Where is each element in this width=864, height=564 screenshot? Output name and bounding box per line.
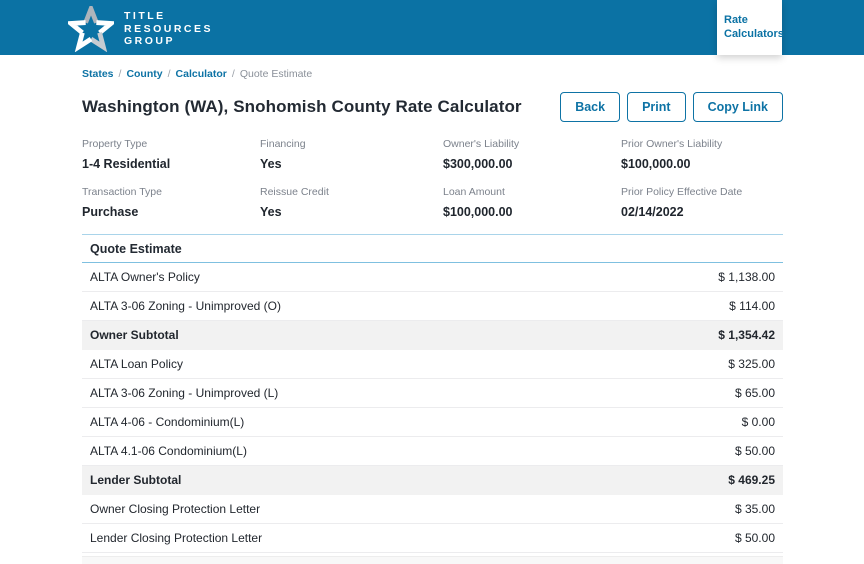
table-row-owner-subtotal: Owner Subtotal $ 1,354.42 [82, 321, 783, 350]
brand-logo[interactable]: TITLE RESOURCES GROUP [68, 6, 213, 52]
table-row: ALTA Owner's Policy $ 1,138.00 [82, 263, 783, 292]
table-row: ALTA Loan Policy $ 325.00 [82, 350, 783, 379]
table-row: ALTA 4-06 - Condominium(L) $ 0.00 [82, 408, 783, 437]
field-value: 02/14/2022 [621, 205, 783, 219]
quote-summary: Property Type 1-4 Residential Financing … [82, 138, 783, 219]
breadcrumb-calculator[interactable]: Calculator [176, 68, 227, 80]
field-label: Transaction Type [82, 186, 260, 198]
table-row-partially-visible [82, 556, 783, 564]
breadcrumb-separator: / [232, 68, 235, 80]
breadcrumb-states[interactable]: States [82, 68, 114, 80]
field-label: Owner's Liability [443, 138, 621, 150]
row-amount: $ 114.00 [729, 299, 775, 313]
summary-field-reissue-credit: Reissue Credit Yes [260, 186, 443, 219]
summary-field-property-type: Property Type 1-4 Residential [82, 138, 260, 171]
breadcrumb-county[interactable]: County [126, 68, 162, 80]
field-label: Prior Policy Effective Date [621, 186, 783, 198]
row-label: Owner Subtotal [90, 328, 179, 342]
field-label: Prior Owner's Liability [621, 138, 783, 150]
breadcrumb-quote-estimate: Quote Estimate [240, 68, 312, 80]
app-header: TITLE RESOURCES GROUP Rate Calculators [0, 0, 864, 55]
brand-wordmark: TITLE RESOURCES GROUP [124, 10, 213, 48]
print-button[interactable]: Print [627, 92, 685, 122]
field-label: Financing [260, 138, 443, 150]
row-label: Lender Subtotal [90, 473, 181, 487]
table-row: Lender Closing Protection Letter $ 50.00 [82, 524, 783, 553]
summary-field-loan-amount: Loan Amount $100,000.00 [443, 186, 621, 219]
copy-link-button[interactable]: Copy Link [693, 92, 783, 122]
brand-line-1: TITLE [124, 10, 166, 22]
field-value: Yes [260, 205, 443, 219]
breadcrumb-separator: / [119, 68, 122, 80]
quote-estimate-section-title: Quote Estimate [82, 234, 783, 263]
row-label: ALTA 4.1-06 Condominium(L) [90, 444, 247, 458]
row-label: ALTA 3-06 Zoning - Unimproved (O) [90, 299, 281, 313]
summary-field-prior-policy-effective-date: Prior Policy Effective Date 02/14/2022 [621, 186, 783, 219]
title-row: Washington (WA), Snohomish County Rate C… [82, 92, 783, 122]
row-amount: $ 65.00 [735, 386, 775, 400]
row-label: ALTA Owner's Policy [90, 270, 200, 284]
row-amount: $ 50.00 [735, 444, 775, 458]
page-title: Washington (WA), Snohomish County Rate C… [82, 97, 522, 117]
tab-rate-calculators-label: Rate Calculators [717, 14, 784, 42]
field-value: Purchase [82, 205, 260, 219]
field-value: $100,000.00 [621, 157, 783, 171]
summary-field-prior-owners-liability: Prior Owner's Liability $100,000.00 [621, 138, 783, 171]
brand-line-3: GROUP [124, 35, 175, 47]
row-label: ALTA Loan Policy [90, 357, 183, 371]
row-amount: $ 35.00 [735, 502, 775, 516]
table-row-lender-subtotal: Lender Subtotal $ 469.25 [82, 466, 783, 495]
row-amount: $ 469.25 [728, 473, 775, 487]
field-label: Property Type [82, 138, 260, 150]
summary-field-financing: Financing Yes [260, 138, 443, 171]
table-row: Owner Closing Protection Letter $ 35.00 [82, 495, 783, 524]
row-amount: $ 0.00 [742, 415, 775, 429]
row-amount: $ 1,138.00 [718, 270, 775, 284]
row-amount: $ 50.00 [735, 531, 775, 545]
main-content: States / County / Calculator / Quote Est… [82, 68, 783, 564]
brand-line-2: RESOURCES [124, 23, 213, 35]
row-label: ALTA 3-06 Zoning - Unimproved (L) [90, 386, 278, 400]
breadcrumb-separator: / [168, 68, 171, 80]
summary-field-owners-liability: Owner's Liability $300,000.00 [443, 138, 621, 171]
toolbar: Back Print Copy Link [560, 92, 783, 122]
row-label: Lender Closing Protection Letter [90, 531, 262, 545]
table-row: ALTA 4.1-06 Condominium(L) $ 50.00 [82, 437, 783, 466]
field-label: Reissue Credit [260, 186, 443, 198]
field-label: Loan Amount [443, 186, 621, 198]
summary-field-transaction-type: Transaction Type Purchase [82, 186, 260, 219]
field-value: $100,000.00 [443, 205, 621, 219]
row-amount: $ 325.00 [728, 357, 775, 371]
back-button[interactable]: Back [560, 92, 620, 122]
table-row: ALTA 3-06 Zoning - Unimproved (L) $ 65.0… [82, 379, 783, 408]
quote-estimate-table: Quote Estimate ALTA Owner's Policy $ 1,1… [82, 234, 783, 564]
row-amount: $ 1,354.42 [718, 328, 775, 342]
table-row: ALTA 3-06 Zoning - Unimproved (O) $ 114.… [82, 292, 783, 321]
field-value: $300,000.00 [443, 157, 621, 171]
field-value: 1-4 Residential [82, 157, 260, 171]
star-logo-icon [68, 6, 114, 52]
breadcrumb: States / County / Calculator / Quote Est… [82, 68, 783, 80]
field-value: Yes [260, 157, 443, 171]
row-label: ALTA 4-06 - Condominium(L) [90, 415, 244, 429]
tab-rate-calculators[interactable]: Rate Calculators [717, 0, 782, 55]
row-label: Owner Closing Protection Letter [90, 502, 260, 516]
